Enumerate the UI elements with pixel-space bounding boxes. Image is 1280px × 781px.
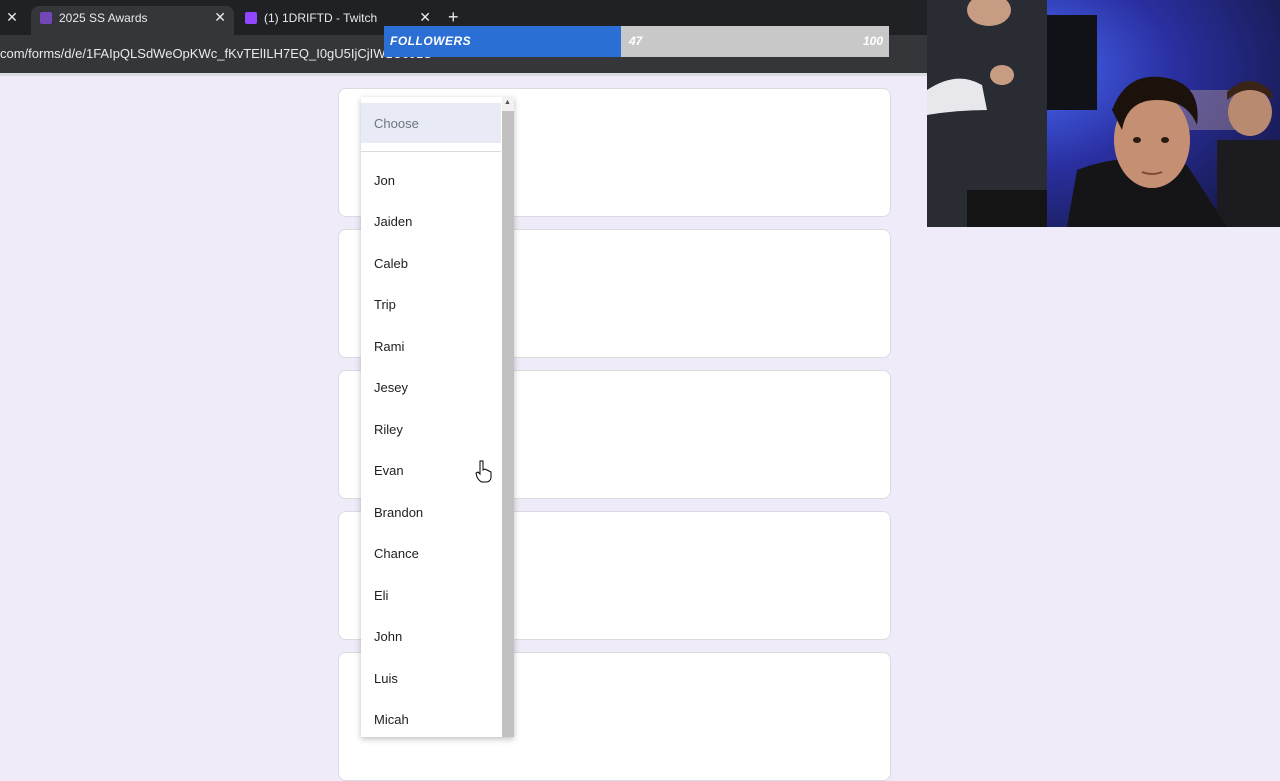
- tab-ss-awards[interactable]: 2025 SS Awards ✕: [31, 6, 234, 35]
- followers-current: 47: [629, 34, 643, 48]
- close-tab-icon[interactable]: ✕: [214, 9, 226, 26]
- dropdown-option[interactable]: Luis: [374, 671, 398, 686]
- dropdown-menu[interactable]: Choose Jon Jaiden Caleb Trip Rami Jesey …: [361, 97, 514, 737]
- dropdown-option[interactable]: Rami: [374, 339, 404, 354]
- scroll-up-arrow-icon[interactable]: ▲: [504, 99, 511, 106]
- hand-pointer-icon: [475, 460, 492, 483]
- dropdown-option[interactable]: Jon: [374, 173, 395, 188]
- webcam-image: [927, 0, 1280, 227]
- dropdown-option[interactable]: Jaiden: [374, 214, 412, 229]
- followers-label: FOLLOWERS: [390, 34, 472, 48]
- tab-title: (1) 1DRIFTD - Twitch: [264, 11, 378, 25]
- dropdown-scrollbar-thumb[interactable]: [502, 111, 514, 737]
- google-forms-icon: [40, 12, 52, 24]
- dropdown-option[interactable]: Trip: [374, 297, 396, 312]
- dropdown-option[interactable]: Chance: [374, 546, 419, 561]
- url-text[interactable]: com/forms/d/e/1FAIpQLSdWeOpKWc_fKvTElILH…: [0, 46, 432, 61]
- new-tab-button[interactable]: +: [448, 8, 459, 26]
- tab-title: 2025 SS Awards: [59, 11, 148, 25]
- twitch-icon: [245, 12, 257, 24]
- followers-goal: 100: [862, 34, 883, 48]
- close-tab-icon[interactable]: ✕: [419, 9, 431, 26]
- dropdown-option[interactable]: Caleb: [374, 256, 408, 271]
- dropdown-option[interactable]: Jesey: [374, 380, 408, 395]
- toolbar-divider: [0, 73, 927, 76]
- close-tab-icon[interactable]: ✕: [4, 8, 20, 26]
- dropdown-option[interactable]: Evan: [374, 463, 404, 478]
- followers-goal-bar: FOLLOWERS 47 100: [384, 26, 889, 57]
- dropdown-option[interactable]: Eli: [374, 588, 388, 603]
- dropdown-divider: [361, 151, 501, 152]
- dropdown-option-choose[interactable]: Choose: [361, 103, 501, 143]
- dropdown-option[interactable]: John: [374, 629, 402, 644]
- dropdown-option[interactable]: Brandon: [374, 505, 423, 520]
- dropdown-placeholder: Choose: [374, 116, 419, 131]
- dropdown-option[interactable]: Riley: [374, 422, 403, 437]
- webcam-feed: [927, 0, 1280, 227]
